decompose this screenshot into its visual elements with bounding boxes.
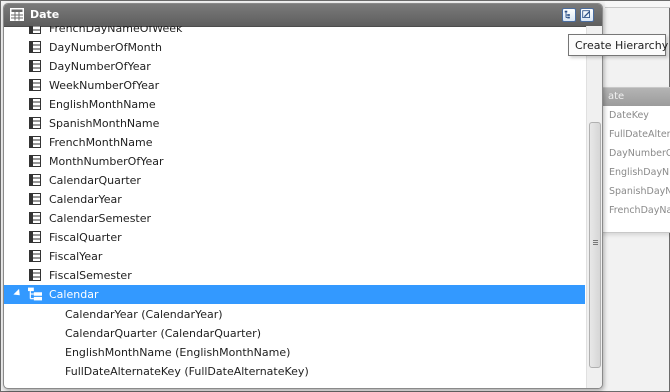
column-icon: [29, 269, 41, 281]
column-icon: [29, 155, 41, 167]
hierarchy-icon: [28, 287, 42, 301]
background-strip: [605, 1, 670, 8]
hierarchy-level-label: FullDateAlternateKey (FullDateAlternateK…: [65, 365, 309, 378]
column-icon: [29, 26, 41, 34]
column-list[interactable]: FrenchDayNameOfWeek DayNumberOfMonth Day…: [4, 26, 585, 388]
column-icon: [29, 212, 41, 224]
column-item[interactable]: CalendarQuarter: [4, 171, 585, 190]
column-label: WeekNumberOfYear: [49, 79, 160, 92]
background-table-row: DateKey: [609, 110, 649, 121]
column-item[interactable]: DayNumberOfMonth: [4, 38, 585, 57]
column-label: DayNumberOfMonth: [49, 41, 162, 54]
column-item[interactable]: DayNumberOfYear: [4, 57, 585, 76]
create-hierarchy-tooltip: Create Hierarchy: [568, 34, 668, 56]
table-icon: [10, 8, 24, 21]
column-label: CalendarSemester: [49, 212, 152, 225]
background-table-row: DayNumberO: [609, 148, 670, 159]
hierarchy-level-label: CalendarQuarter (CalendarQuarter): [65, 327, 261, 340]
hierarchy-level-item[interactable]: CalendarQuarter (CalendarQuarter): [4, 324, 585, 343]
column-icon: [29, 250, 41, 262]
column-icon: [29, 98, 41, 110]
column-item[interactable]: MonthNumberOfYear: [4, 152, 585, 171]
column-icon: [29, 117, 41, 129]
hierarchy-level-label: CalendarYear (CalendarYear): [65, 308, 223, 321]
hierarchy-label: Calendar: [49, 288, 99, 301]
hierarchy-item-calendar[interactable]: Calendar: [4, 285, 585, 304]
column-icon: [29, 231, 41, 243]
column-item[interactable]: EnglishMonthName: [4, 95, 585, 114]
column-label: FiscalQuarter: [49, 231, 122, 244]
background-table-header: ate: [602, 88, 670, 106]
column-item[interactable]: CalendarSemester: [4, 209, 585, 228]
column-label: DayNumberOfYear: [49, 60, 151, 73]
background-table-row: SpanishDayN: [609, 186, 670, 197]
popup-header: Date: [4, 4, 602, 27]
column-item[interactable]: FrenchDayNameOfWeek: [4, 26, 585, 38]
column-item[interactable]: CalendarYear: [4, 190, 585, 209]
create-hierarchy-button[interactable]: [562, 8, 576, 22]
create-hierarchy-icon: [564, 10, 570, 19]
column-label: FiscalSemester: [49, 269, 132, 282]
column-icon: [29, 79, 41, 91]
column-label: EnglishMonthName: [49, 98, 156, 111]
column-label: FrenchDayNameOfWeek: [49, 26, 183, 35]
hierarchy-level-item[interactable]: EnglishMonthName (EnglishMonthName): [4, 343, 585, 362]
grip-icon: [593, 240, 598, 241]
background-table-card[interactable]: ate DateKey FullDateAlter DayNumberO Eng…: [601, 87, 670, 233]
column-icon: [29, 193, 41, 205]
column-label: FiscalYear: [49, 250, 103, 263]
column-item[interactable]: FiscalYear: [4, 247, 585, 266]
column-icon: [29, 136, 41, 148]
edit-icon: [582, 10, 591, 18]
column-item[interactable]: WeekNumberOfYear: [4, 76, 585, 95]
background-table-row: FrenchDayNa: [609, 205, 670, 216]
column-item[interactable]: FiscalQuarter: [4, 228, 585, 247]
background-table-row: FullDateAlter: [609, 129, 670, 140]
column-item[interactable]: SpanishMonthName: [4, 114, 585, 133]
column-item[interactable]: FrenchMonthName: [4, 133, 585, 152]
column-icon: [29, 60, 41, 72]
column-label: CalendarYear: [49, 193, 122, 206]
table-title: Date: [30, 8, 60, 21]
column-label: CalendarQuarter: [49, 174, 141, 187]
column-icon: [29, 41, 41, 53]
table-popup: Date FrenchDayNameOfWeek DayNumberOfMont…: [3, 3, 603, 389]
column-label: SpanishMonthName: [49, 117, 160, 130]
scrollbar-thumb[interactable]: [589, 122, 601, 368]
background-table-row: EnglishDayN: [609, 167, 670, 178]
column-label: MonthNumberOfYear: [49, 155, 164, 168]
hierarchy-level-label: EnglishMonthName (EnglishMonthName): [65, 346, 291, 359]
edit-button[interactable]: [580, 8, 594, 22]
hierarchy-level-item[interactable]: CalendarYear (CalendarYear): [4, 305, 585, 324]
column-icon: [29, 174, 41, 186]
vertical-scrollbar[interactable]: [586, 26, 602, 388]
column-label: FrenchMonthName: [49, 136, 153, 149]
hierarchy-level-item[interactable]: FullDateAlternateKey (FullDateAlternateK…: [4, 362, 585, 381]
column-item[interactable]: FiscalSemester: [4, 266, 585, 285]
collapse-arrow-icon[interactable]: [13, 288, 23, 299]
